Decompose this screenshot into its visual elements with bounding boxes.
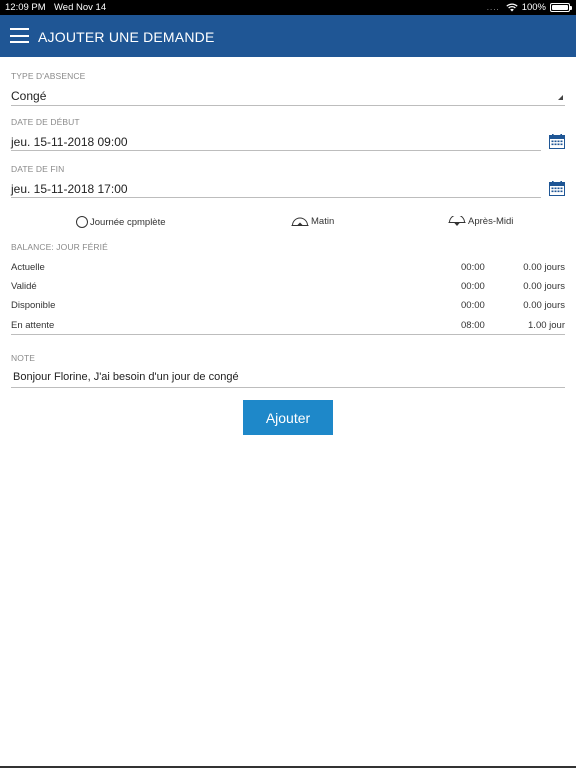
table-row: Disponible 00:00 0.00 jours: [11, 300, 565, 318]
balance-days: 0.00 jours: [523, 262, 565, 273]
option-afternoon[interactable]: Après-Midi: [448, 216, 513, 227]
balance-name: Disponible: [11, 300, 56, 311]
battery-percent: 100%: [521, 2, 546, 13]
half-day-morning-icon[interactable]: [291, 216, 309, 227]
table-row: Validé 00:00 0.00 jours: [11, 281, 565, 299]
start-date-label: DATE DE DÉBUT: [11, 117, 80, 127]
app-bar: AJOUTER UNE DEMANDE: [0, 15, 576, 57]
absence-type-select[interactable]: Congé: [11, 89, 46, 103]
start-date-underline: [11, 150, 541, 151]
hamburger-menu-icon[interactable]: [10, 28, 29, 43]
wifi-icon: [506, 3, 518, 12]
option-full-day[interactable]: Journée cpmplète: [76, 216, 166, 228]
absence-type-underline: [11, 105, 565, 106]
table-row: En attente 08:00 1.00 jour: [11, 320, 565, 338]
balance-days: 1.00 jour: [528, 320, 565, 331]
signal-dots: ....: [486, 3, 500, 12]
absence-type-label: TYPE D'ABSENCE: [11, 71, 86, 81]
dropdown-caret-icon[interactable]: [558, 95, 563, 100]
status-time: 12:09 PM: [5, 2, 46, 13]
option-morning-label: Matin: [311, 216, 335, 227]
note-input[interactable]: Bonjour Florine, J'ai besoin d'un jour d…: [13, 371, 239, 383]
status-date: Wed Nov 14: [54, 2, 107, 13]
start-date-field[interactable]: jeu. 15-11-2018 09:00: [11, 135, 128, 149]
balance-days: 0.00 jours: [523, 300, 565, 311]
balance-hours: 00:00: [461, 300, 485, 311]
page-title: AJOUTER UNE DEMANDE: [38, 29, 215, 45]
balance-name: Validé: [11, 281, 37, 292]
status-right: .... 100%: [486, 2, 572, 13]
radio-circle-icon[interactable]: [76, 216, 88, 228]
half-day-afternoon-icon[interactable]: [448, 216, 466, 227]
note-underline: [11, 387, 565, 388]
calendar-icon[interactable]: [549, 181, 565, 196]
add-button[interactable]: Ajouter: [243, 400, 333, 435]
balance-name: Actuelle: [11, 262, 45, 273]
calendar-icon[interactable]: [549, 134, 565, 149]
end-date-label: DATE DE FIN: [11, 164, 65, 174]
balance-hours: 00:00: [461, 262, 485, 273]
option-afternoon-label: Après-Midi: [468, 216, 514, 227]
status-bar: 12:09 PM Wed Nov 14 .... 100%: [0, 0, 576, 15]
table-row: Actuelle 00:00 0.00 jours: [11, 262, 565, 280]
balance-hours: 00:00: [461, 281, 485, 292]
balance-name: En attente: [11, 320, 55, 331]
option-full-day-label: Journée cpmplète: [90, 216, 166, 228]
option-morning[interactable]: Matin: [291, 216, 334, 227]
end-date-field[interactable]: jeu. 15-11-2018 17:00: [11, 182, 128, 196]
balance-days: 0.00 jours: [523, 281, 565, 292]
battery-icon: [550, 3, 572, 12]
balance-underline: [11, 334, 565, 335]
note-label: NOTE: [11, 353, 36, 363]
balance-title: BALANCE: JOUR FÉRIÉ: [11, 242, 108, 252]
balance-hours: 08:00: [461, 320, 485, 331]
end-date-underline: [11, 197, 541, 198]
